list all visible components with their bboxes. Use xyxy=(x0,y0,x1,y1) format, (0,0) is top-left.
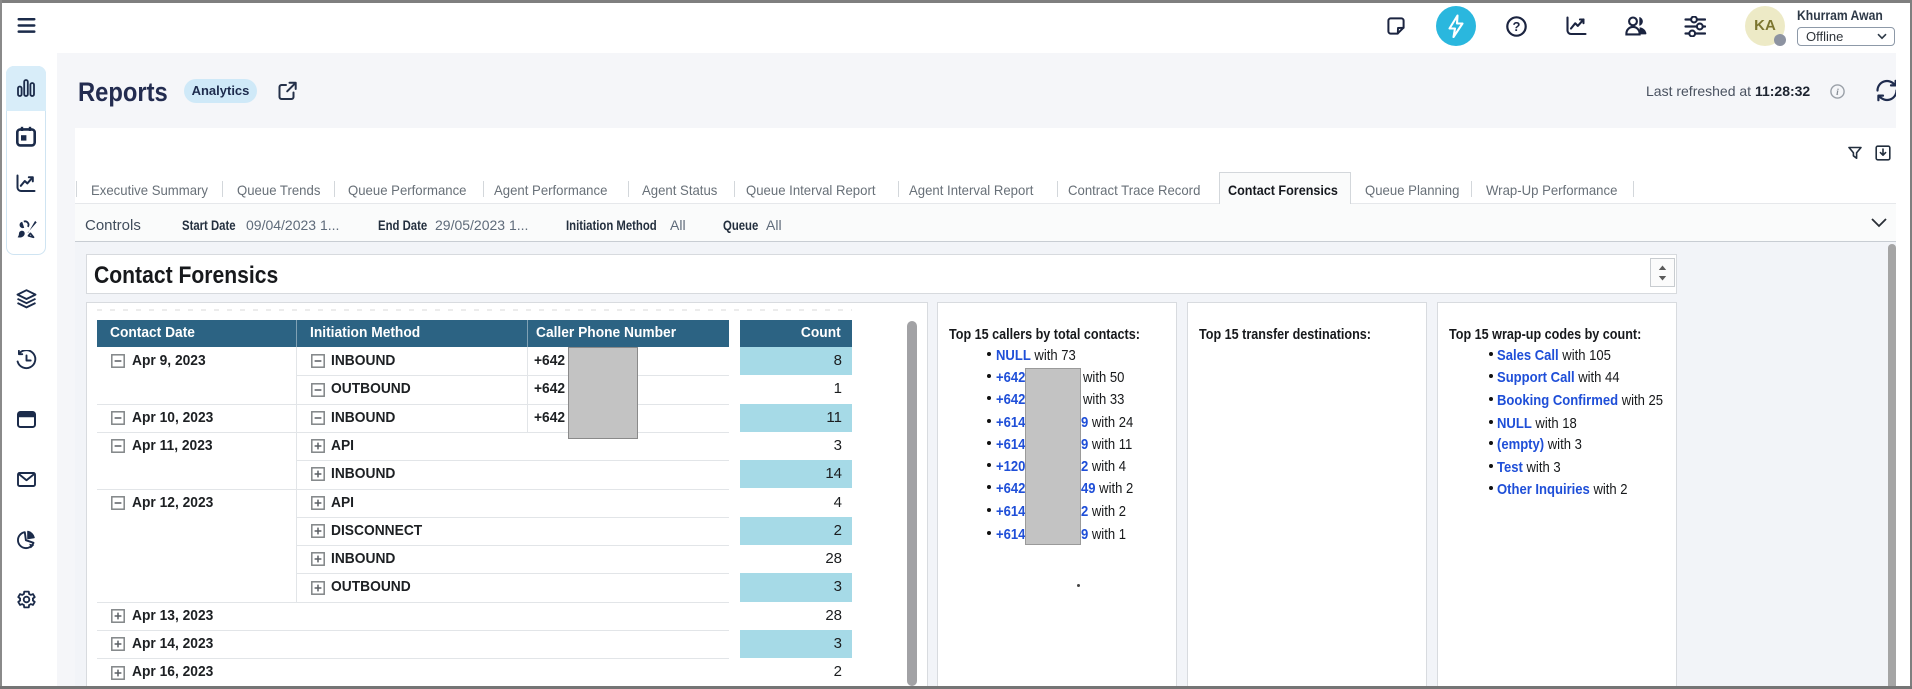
svg-text:i: i xyxy=(1836,88,1839,98)
svg-text:?: ? xyxy=(1513,19,1521,34)
